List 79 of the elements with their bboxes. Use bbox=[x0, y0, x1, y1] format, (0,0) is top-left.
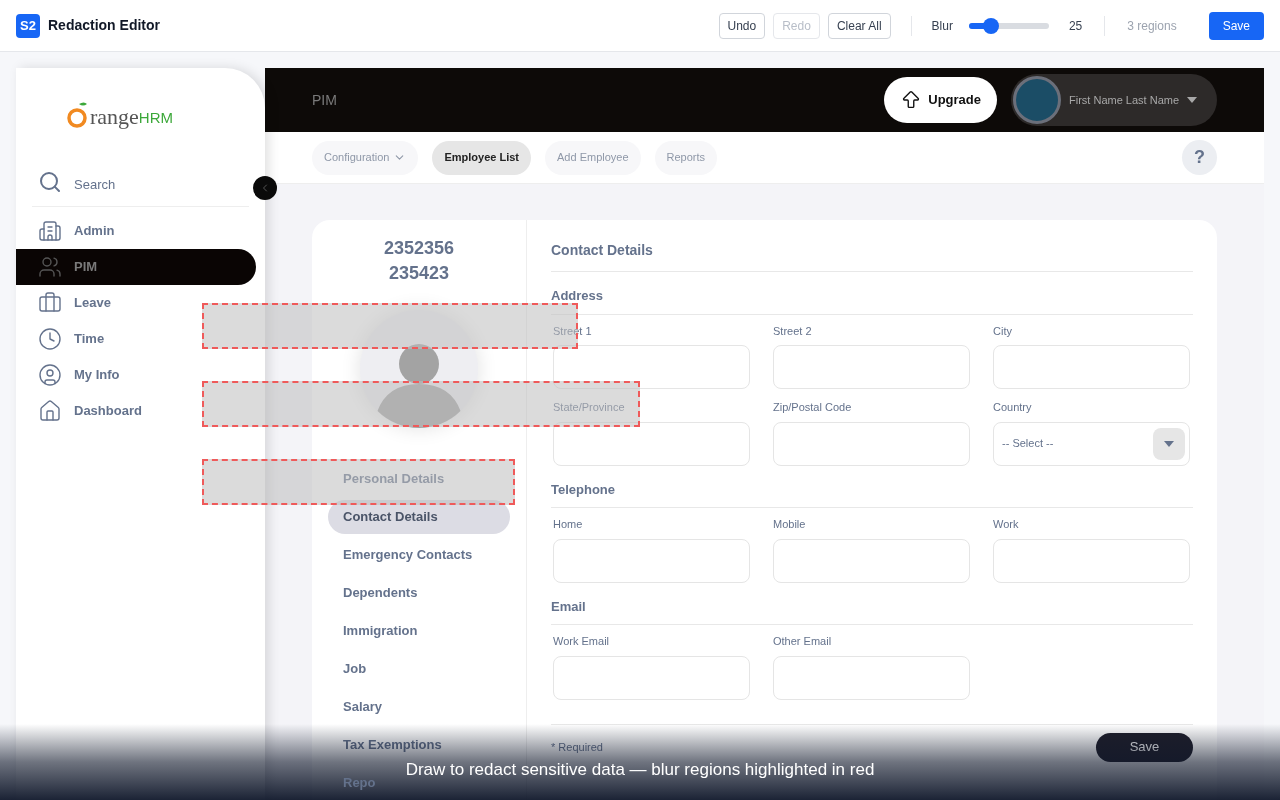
field-label: Mobile bbox=[773, 517, 807, 532]
section-title: Address bbox=[551, 286, 1193, 315]
section-title: Telephone bbox=[551, 479, 1193, 508]
field-label: City bbox=[993, 323, 1013, 339]
input-field[interactable] bbox=[553, 538, 750, 583]
menu-icon bbox=[38, 291, 62, 315]
field-label: Street 2 bbox=[773, 323, 813, 339]
menu-icon bbox=[38, 255, 62, 279]
search-icon bbox=[38, 170, 62, 194]
employee-tab[interactable]: Contact Details bbox=[328, 500, 510, 534]
employee-tab[interactable]: Tax Exemptions bbox=[328, 728, 510, 762]
field-label: Work bbox=[993, 517, 1020, 532]
field-label: Country bbox=[993, 400, 1033, 415]
logo-text: range bbox=[90, 102, 139, 131]
section-title: Email bbox=[551, 596, 1193, 625]
app-badge: S2 bbox=[16, 13, 40, 38]
redaction-region[interactable] bbox=[202, 381, 640, 427]
sidebar-item[interactable]: Dashboard bbox=[16, 393, 256, 429]
logo-suffix: HRM bbox=[138, 107, 174, 128]
field-label: Other Email bbox=[773, 634, 833, 649]
sidebar-item[interactable]: Admin bbox=[16, 213, 256, 249]
menu-icon bbox=[38, 219, 62, 243]
save-button[interactable]: Save bbox=[1208, 11, 1264, 40]
menu-icon bbox=[38, 327, 62, 351]
blur-label: Blur bbox=[931, 17, 953, 35]
user-menu[interactable]: First Name Last Name bbox=[1011, 74, 1217, 126]
blur-slider[interactable] bbox=[968, 17, 1049, 34]
employee-tab[interactable]: Salary bbox=[328, 690, 510, 724]
required-note: * Required bbox=[551, 739, 603, 755]
form-title: Contact Details bbox=[551, 240, 1193, 272]
input-field[interactable] bbox=[553, 655, 750, 700]
menu-icon bbox=[38, 363, 62, 387]
blur-value: 25 bbox=[1068, 17, 1083, 35]
region-count: 3 regions bbox=[1127, 17, 1177, 35]
employee-name: 235423 bbox=[388, 262, 450, 285]
header-title: PIM bbox=[312, 90, 337, 110]
country-select[interactable]: -- Select -- bbox=[993, 421, 1190, 466]
search-field[interactable]: Search bbox=[74, 174, 116, 194]
upgrade-button[interactable]: Upgrade bbox=[884, 77, 997, 123]
nav-tab[interactable]: Configuration bbox=[312, 140, 419, 175]
menu-icon bbox=[38, 399, 62, 423]
help-button[interactable]: ? bbox=[1182, 140, 1217, 175]
input-field[interactable] bbox=[553, 345, 750, 389]
caret-icon bbox=[1187, 97, 1198, 103]
input-field[interactable] bbox=[773, 421, 970, 466]
slider-thumb[interactable] bbox=[982, 17, 999, 34]
toolbar-button[interactable]: Clear All bbox=[827, 12, 891, 39]
sidebar-item[interactable]: Leave bbox=[16, 285, 256, 321]
hint-text: Draw to redact sensitive data — blur regions highlighted in red bbox=[405, 761, 875, 779]
input-field[interactable] bbox=[553, 421, 750, 466]
field-label: Street 1 bbox=[553, 323, 593, 339]
sidebar-item[interactable]: PIM bbox=[16, 249, 256, 285]
dropdown-button[interactable] bbox=[1153, 427, 1185, 460]
nav-tab[interactable]: Employee List bbox=[432, 140, 531, 175]
app-title: Redaction Editor bbox=[48, 16, 160, 35]
field-label: State/Province bbox=[553, 400, 626, 415]
input-field[interactable] bbox=[993, 538, 1190, 583]
sidebar-item[interactable]: Time bbox=[16, 321, 256, 357]
employee-tab[interactable]: Immigration bbox=[328, 614, 510, 648]
toolbar-button[interactable]: Undo bbox=[718, 12, 766, 39]
caret-icon bbox=[1164, 440, 1174, 447]
field-label: Zip/Postal Code bbox=[773, 400, 853, 415]
field-label: Work Email bbox=[553, 634, 611, 649]
input-field[interactable] bbox=[773, 655, 970, 700]
form-save-button[interactable]: Save bbox=[1096, 732, 1193, 762]
field-label: Home bbox=[553, 517, 584, 532]
input-field[interactable] bbox=[773, 538, 970, 583]
employee-name: 2352356 bbox=[383, 237, 455, 260]
redaction-region[interactable] bbox=[202, 459, 515, 505]
avatar-picture bbox=[1013, 76, 1061, 124]
sidebar-item[interactable]: My Info bbox=[16, 357, 256, 393]
nav-tab[interactable]: Add Employee bbox=[545, 140, 641, 175]
employee-tab[interactable]: Dependents bbox=[328, 576, 510, 610]
fruit-logo-icon bbox=[66, 101, 90, 131]
employee-tab[interactable]: Emergency Contacts bbox=[328, 538, 510, 572]
employee-tab[interactable]: Job bbox=[328, 652, 510, 686]
input-field[interactable] bbox=[993, 345, 1190, 389]
nav-tab[interactable]: Reports bbox=[654, 140, 718, 175]
input-field[interactable] bbox=[773, 345, 970, 389]
